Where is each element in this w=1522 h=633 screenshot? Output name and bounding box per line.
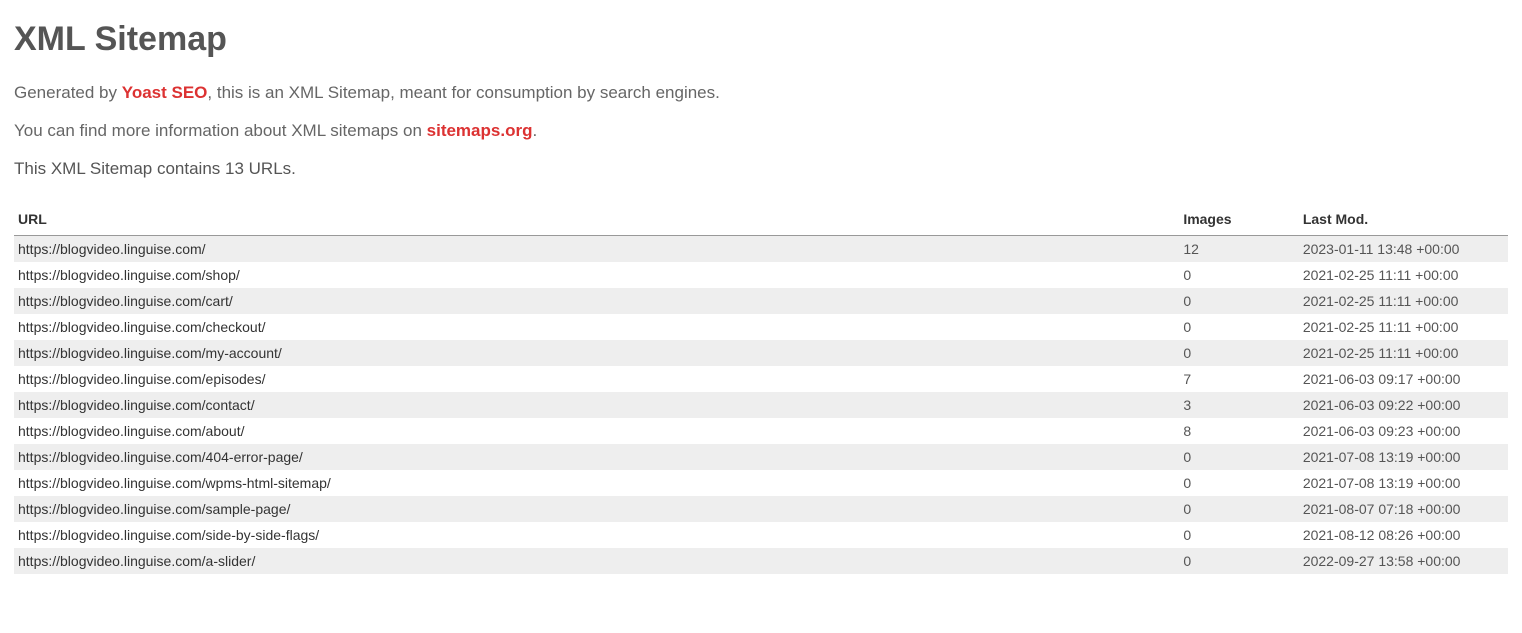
cell-images: 7	[1179, 366, 1299, 392]
cell-url: https://blogvideo.linguise.com/side-by-s…	[14, 522, 1179, 548]
sitemaps-org-link[interactable]: sitemaps.org	[427, 121, 533, 140]
table-row: https://blogvideo.linguise.com/shop/0202…	[14, 262, 1508, 288]
cell-url: https://blogvideo.linguise.com/checkout/	[14, 314, 1179, 340]
cell-url: https://blogvideo.linguise.com/cart/	[14, 288, 1179, 314]
cell-images: 0	[1179, 314, 1299, 340]
sitemap-url-link[interactable]: https://blogvideo.linguise.com/a-slider/	[18, 553, 255, 569]
cell-images: 0	[1179, 262, 1299, 288]
sitemap-url-link[interactable]: https://blogvideo.linguise.com/sample-pa…	[18, 501, 290, 517]
sitemap-url-link[interactable]: https://blogvideo.linguise.com/contact/	[18, 397, 255, 413]
intro-paragraph-2: You can find more information about XML …	[14, 121, 1508, 141]
sitemap-url-link[interactable]: https://blogvideo.linguise.com/wpms-html…	[18, 475, 331, 491]
sitemap-table: URL Images Last Mod. https://blogvideo.l…	[14, 203, 1508, 574]
page-title: XML Sitemap	[14, 20, 1508, 59]
cell-url: https://blogvideo.linguise.com/	[14, 236, 1179, 263]
intro2-suffix: .	[532, 121, 537, 140]
table-row: https://blogvideo.linguise.com/my-accoun…	[14, 340, 1508, 366]
cell-images: 3	[1179, 392, 1299, 418]
sitemap-url-link[interactable]: https://blogvideo.linguise.com/side-by-s…	[18, 527, 319, 543]
cell-url: https://blogvideo.linguise.com/contact/	[14, 392, 1179, 418]
table-row: https://blogvideo.linguise.com/contact/3…	[14, 392, 1508, 418]
cell-lastmod: 2021-02-25 11:11 +00:00	[1299, 314, 1508, 340]
cell-images: 0	[1179, 470, 1299, 496]
table-row: https://blogvideo.linguise.com/cart/0202…	[14, 288, 1508, 314]
cell-lastmod: 2021-07-08 13:19 +00:00	[1299, 470, 1508, 496]
cell-lastmod: 2021-07-08 13:19 +00:00	[1299, 444, 1508, 470]
cell-url: https://blogvideo.linguise.com/404-error…	[14, 444, 1179, 470]
cell-lastmod: 2021-06-03 09:23 +00:00	[1299, 418, 1508, 444]
cell-images: 0	[1179, 444, 1299, 470]
cell-url: https://blogvideo.linguise.com/sample-pa…	[14, 496, 1179, 522]
cell-images: 12	[1179, 236, 1299, 263]
cell-lastmod: 2021-08-07 07:18 +00:00	[1299, 496, 1508, 522]
cell-images: 0	[1179, 522, 1299, 548]
cell-lastmod: 2023-01-11 13:48 +00:00	[1299, 236, 1508, 263]
sitemap-url-link[interactable]: https://blogvideo.linguise.com/404-error…	[18, 449, 303, 465]
cell-images: 0	[1179, 496, 1299, 522]
table-row: https://blogvideo.linguise.com/wpms-html…	[14, 470, 1508, 496]
header-url: URL	[14, 203, 1179, 236]
intro1-prefix: Generated by	[14, 83, 122, 102]
cell-images: 0	[1179, 548, 1299, 574]
table-row: https://blogvideo.linguise.com/a-slider/…	[14, 548, 1508, 574]
cell-images: 8	[1179, 418, 1299, 444]
cell-url: https://blogvideo.linguise.com/episodes/	[14, 366, 1179, 392]
sitemap-url-link[interactable]: https://blogvideo.linguise.com/shop/	[18, 267, 240, 283]
intro1-suffix: , this is an XML Sitemap, meant for cons…	[207, 83, 719, 102]
cell-images: 0	[1179, 288, 1299, 314]
cell-lastmod: 2021-08-12 08:26 +00:00	[1299, 522, 1508, 548]
cell-url: https://blogvideo.linguise.com/about/	[14, 418, 1179, 444]
sitemap-url-link[interactable]: https://blogvideo.linguise.com/	[18, 241, 206, 257]
cell-url: https://blogvideo.linguise.com/a-slider/	[14, 548, 1179, 574]
cell-lastmod: 2021-06-03 09:22 +00:00	[1299, 392, 1508, 418]
sitemap-url-link[interactable]: https://blogvideo.linguise.com/my-accoun…	[18, 345, 282, 361]
table-row: https://blogvideo.linguise.com/episodes/…	[14, 366, 1508, 392]
cell-lastmod: 2021-02-25 11:11 +00:00	[1299, 288, 1508, 314]
table-row: https://blogvideo.linguise.com/122023-01…	[14, 236, 1508, 263]
intro-paragraph-1: Generated by Yoast SEO, this is an XML S…	[14, 83, 1508, 103]
table-row: https://blogvideo.linguise.com/side-by-s…	[14, 522, 1508, 548]
cell-url: https://blogvideo.linguise.com/wpms-html…	[14, 470, 1179, 496]
url-count: This XML Sitemap contains 13 URLs.	[14, 159, 1508, 179]
table-row: https://blogvideo.linguise.com/about/820…	[14, 418, 1508, 444]
cell-images: 0	[1179, 340, 1299, 366]
cell-url: https://blogvideo.linguise.com/my-accoun…	[14, 340, 1179, 366]
sitemap-url-link[interactable]: https://blogvideo.linguise.com/cart/	[18, 293, 233, 309]
table-row: https://blogvideo.linguise.com/404-error…	[14, 444, 1508, 470]
sitemap-url-link[interactable]: https://blogvideo.linguise.com/about/	[18, 423, 244, 439]
cell-lastmod: 2021-02-25 11:11 +00:00	[1299, 262, 1508, 288]
cell-lastmod: 2021-06-03 09:17 +00:00	[1299, 366, 1508, 392]
sitemap-url-link[interactable]: https://blogvideo.linguise.com/episodes/	[18, 371, 265, 387]
yoast-seo-link[interactable]: Yoast SEO	[122, 83, 208, 102]
header-lastmod: Last Mod.	[1299, 203, 1508, 236]
cell-url: https://blogvideo.linguise.com/shop/	[14, 262, 1179, 288]
table-row: https://blogvideo.linguise.com/sample-pa…	[14, 496, 1508, 522]
sitemap-url-link[interactable]: https://blogvideo.linguise.com/checkout/	[18, 319, 265, 335]
table-row: https://blogvideo.linguise.com/checkout/…	[14, 314, 1508, 340]
cell-lastmod: 2021-02-25 11:11 +00:00	[1299, 340, 1508, 366]
cell-lastmod: 2022-09-27 13:58 +00:00	[1299, 548, 1508, 574]
header-images: Images	[1179, 203, 1299, 236]
intro2-prefix: You can find more information about XML …	[14, 121, 427, 140]
